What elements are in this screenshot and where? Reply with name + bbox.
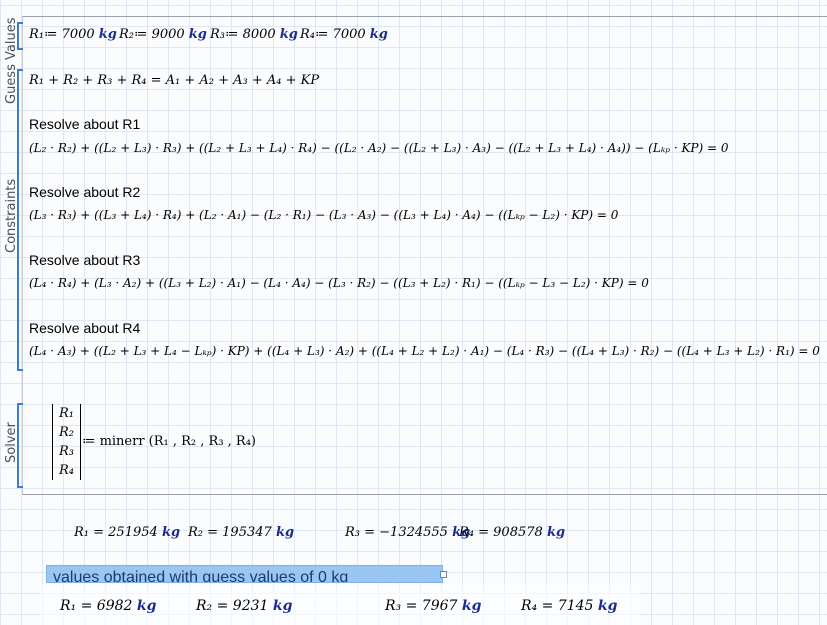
result-r3[interactable]: R₃ = −1324555 kg bbox=[345, 525, 470, 540]
guess-r2[interactable]: R₂≔ 9000 kg bbox=[119, 27, 207, 42]
solver-vector-matrix[interactable]: R₁ R₂ R₃ R₄ bbox=[52, 404, 81, 480]
constraints-label: Constraints bbox=[4, 178, 19, 253]
solver-label: Solver bbox=[4, 422, 19, 463]
constraint-eq4[interactable]: (L₄ · A₃) + ((L₂ + L₃ + L₄ − Lₖₚ) · KP) … bbox=[29, 344, 820, 358]
result0-r4[interactable]: R₄ = 7145 kg bbox=[521, 598, 617, 614]
heading-resolve-r1[interactable]: Resolve about R1 bbox=[29, 116, 140, 132]
heading-resolve-r3[interactable]: Resolve about R3 bbox=[29, 252, 140, 268]
solver-minerr-call[interactable]: ≔ minerr (R₁ , R₂ , R₃ , R₄) bbox=[82, 434, 256, 449]
matrix-r1: R₁ bbox=[59, 406, 74, 421]
result-r4[interactable]: R₄ = 908578 kg bbox=[459, 525, 565, 540]
note-text-box[interactable]: values obtained with guess values of 0 k… bbox=[46, 565, 443, 583]
heading-resolve-r4[interactable]: Resolve about R4 bbox=[29, 320, 140, 336]
constraint-eq1[interactable]: (L₂ · R₂) + ((L₂ + L₃) · R₃) + ((L₂ + L₃… bbox=[29, 141, 729, 155]
result0-r1[interactable]: R₁ = 6982 kg bbox=[60, 598, 156, 614]
guess-r1[interactable]: R₁≔ 7000 kg bbox=[29, 27, 117, 42]
matrix-r4: R₄ bbox=[59, 463, 74, 478]
constraint-eq2[interactable]: (L₃ · R₃) + ((L₃ + L₄) · R₄) + (L₂ · A₁)… bbox=[29, 208, 618, 222]
guess-r3[interactable]: R₃≔ 8000 kg bbox=[210, 27, 298, 42]
matrix-r2: R₂ bbox=[59, 425, 74, 440]
result-r2[interactable]: R₂ = 195347 kg bbox=[188, 525, 294, 540]
result-r1[interactable]: R₁ = 251954 kg bbox=[74, 525, 180, 540]
heading-resolve-r2[interactable]: Resolve about R2 bbox=[29, 184, 140, 200]
constraint-balance[interactable]: R₁ + R₂ + R₃ + R₄ = A₁ + A₂ + A₃ + A₄ + … bbox=[29, 73, 319, 88]
result0-r3[interactable]: R₃ = 7967 kg bbox=[385, 598, 481, 614]
result0-r2[interactable]: R₂ = 9231 kg bbox=[196, 598, 292, 614]
guess-r4[interactable]: R₄≔ 7000 kg bbox=[300, 27, 388, 42]
matrix-r3: R₃ bbox=[59, 444, 74, 459]
constraint-eq3[interactable]: (L₄ · R₄) + (L₃ · A₂) + ((L₃ + L₂) · A₁)… bbox=[29, 276, 649, 290]
resize-handle[interactable] bbox=[440, 571, 447, 578]
